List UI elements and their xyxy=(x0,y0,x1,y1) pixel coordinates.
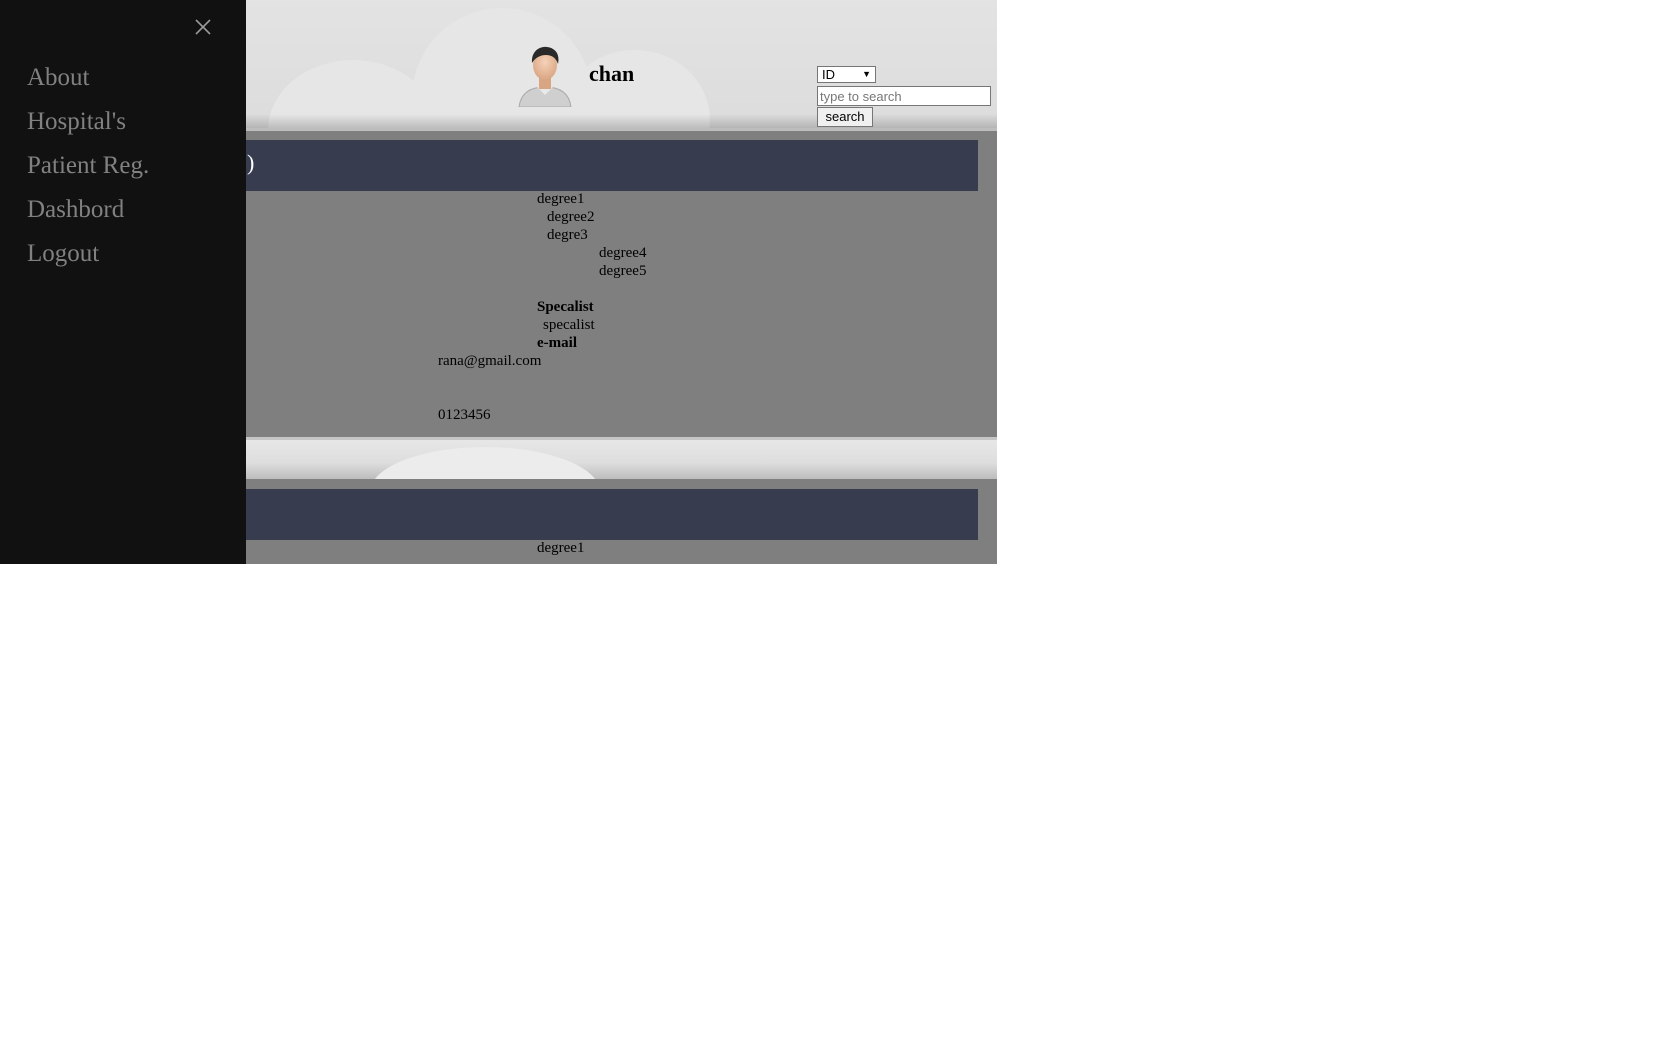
degree-text: degree5 xyxy=(599,263,647,279)
phone-value: 0123456 xyxy=(438,407,491,423)
app-window: chan ID ▼ search ) degree1 degree2 degre… xyxy=(0,0,997,564)
degree-text: degree1 xyxy=(537,191,585,207)
email-value: rana@gmail.com xyxy=(438,353,542,369)
side-nav: About Hospital's Patient Reg. Dashbord L… xyxy=(0,0,246,564)
nav-item-patient-reg[interactable]: Patient Reg. xyxy=(27,152,149,180)
chevron-down-icon: ▼ xyxy=(862,69,871,79)
nav-item-hospitals[interactable]: Hospital's xyxy=(27,108,126,136)
search-type-value: ID xyxy=(822,67,835,82)
email-heading: e-mail xyxy=(537,335,577,351)
username: chan xyxy=(589,61,635,86)
user-avatar-icon xyxy=(518,46,572,107)
close-icon[interactable] xyxy=(192,16,214,38)
nav-item-about[interactable]: About xyxy=(27,64,90,92)
doctor-card-title: ) xyxy=(247,150,255,175)
degree-text: degree1 xyxy=(537,540,585,556)
degree-text: degre3 xyxy=(547,227,588,243)
nav-item-dashboard[interactable]: Dashbord xyxy=(27,196,124,224)
specialist-heading: Specalist xyxy=(537,299,594,315)
search-type-select[interactable]: ID ▼ xyxy=(817,66,876,83)
specialist-value: specalist xyxy=(543,317,595,333)
search-input[interactable] xyxy=(817,86,991,106)
degree-text: degree4 xyxy=(599,245,647,261)
degree-text: degree2 xyxy=(547,209,595,225)
separator-cloud-decoration xyxy=(370,447,600,479)
search-button[interactable]: search xyxy=(817,107,873,127)
nav-item-logout[interactable]: Logout xyxy=(27,240,99,268)
